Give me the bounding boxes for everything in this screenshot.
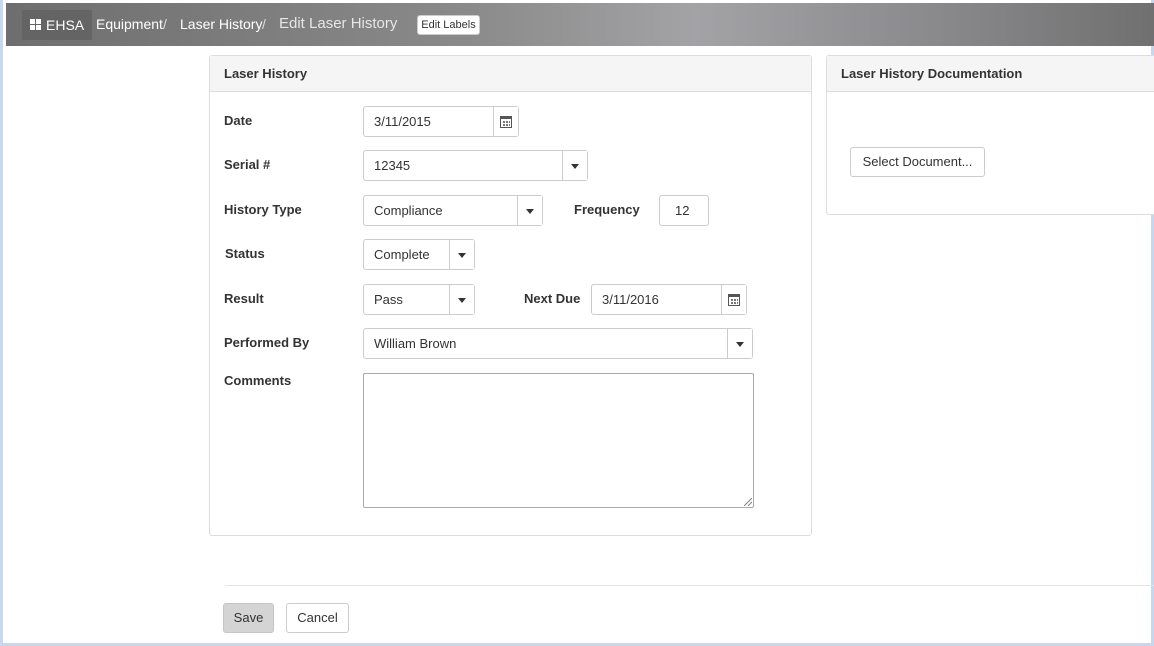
breadcrumb-equipment[interactable]: Equipment: [96, 16, 163, 32]
serial-dropdown-toggle[interactable]: [562, 151, 587, 180]
breadcrumb-separator: /: [163, 16, 167, 32]
grid-icon: [30, 19, 42, 31]
cancel-button[interactable]: Cancel: [286, 603, 349, 633]
performed-by-select[interactable]: William Brown: [363, 328, 753, 359]
select-document-button[interactable]: Select Document...: [850, 147, 985, 177]
caret-down-icon: [458, 252, 466, 258]
panel-heading: Laser History: [210, 56, 811, 92]
comments-textarea[interactable]: [363, 373, 754, 508]
caret-down-icon: [458, 297, 466, 303]
serial-select[interactable]: 12345: [363, 150, 588, 181]
calendar-icon: [728, 293, 740, 306]
edit-labels-button[interactable]: Edit Labels: [417, 15, 480, 35]
frequency-value: 12: [675, 203, 690, 218]
status-select[interactable]: Complete: [363, 239, 475, 270]
status-value: Complete: [374, 247, 430, 262]
serial-value: 12345: [374, 158, 411, 173]
caret-down-icon: [571, 163, 579, 169]
resize-grip-icon[interactable]: [744, 498, 752, 506]
result-value: Pass: [374, 292, 403, 307]
breadcrumb-separator: /: [262, 16, 266, 32]
status-label: Status: [225, 246, 265, 261]
history-type-select[interactable]: Compliance: [363, 195, 543, 226]
top-navbar: EHSA Equipment / Laser History / Edit La…: [6, 3, 1154, 46]
brand-button[interactable]: EHSA: [22, 10, 92, 40]
performed-by-value: William Brown: [374, 336, 457, 351]
app-frame: EHSA Equipment / Laser History / Edit La…: [0, 0, 1154, 646]
result-select[interactable]: Pass: [363, 284, 475, 315]
result-label: Result: [224, 291, 264, 306]
date-label: Date: [224, 113, 253, 128]
history-type-label: History Type: [224, 202, 302, 217]
save-button[interactable]: Save: [223, 603, 274, 633]
caret-down-icon: [736, 341, 744, 347]
frequency-label: Frequency: [574, 202, 640, 217]
documentation-panel: Laser History Documentation: [826, 55, 1154, 215]
date-field[interactable]: 3/11/2015: [363, 106, 519, 137]
next-due-picker-button[interactable]: [721, 285, 746, 314]
caret-down-icon: [526, 208, 534, 214]
next-due-value: 3/11/2016: [602, 292, 659, 307]
brand-label: EHSA: [46, 17, 85, 33]
result-dropdown-toggle[interactable]: [449, 285, 474, 314]
history-type-value: Compliance: [374, 203, 443, 218]
divider: [225, 585, 1154, 586]
performed-by-label: Performed By: [224, 335, 310, 350]
next-due-field[interactable]: 3/11/2016: [591, 284, 747, 315]
date-picker-button[interactable]: [493, 107, 518, 136]
calendar-icon: [500, 115, 512, 128]
frequency-input[interactable]: 12: [659, 195, 709, 226]
performed-by-dropdown-toggle[interactable]: [727, 329, 752, 358]
date-value: 3/11/2015: [374, 114, 431, 129]
documentation-heading: Laser History Documentation: [827, 56, 1154, 92]
serial-label: Serial #: [224, 157, 271, 172]
next-due-label: Next Due: [524, 291, 581, 306]
history-type-dropdown-toggle[interactable]: [517, 196, 542, 225]
breadcrumb-laser-history[interactable]: Laser History: [180, 16, 262, 32]
breadcrumb-current: Edit Laser History: [279, 15, 398, 32]
comments-label: Comments: [224, 373, 292, 388]
status-dropdown-toggle[interactable]: [449, 240, 474, 269]
